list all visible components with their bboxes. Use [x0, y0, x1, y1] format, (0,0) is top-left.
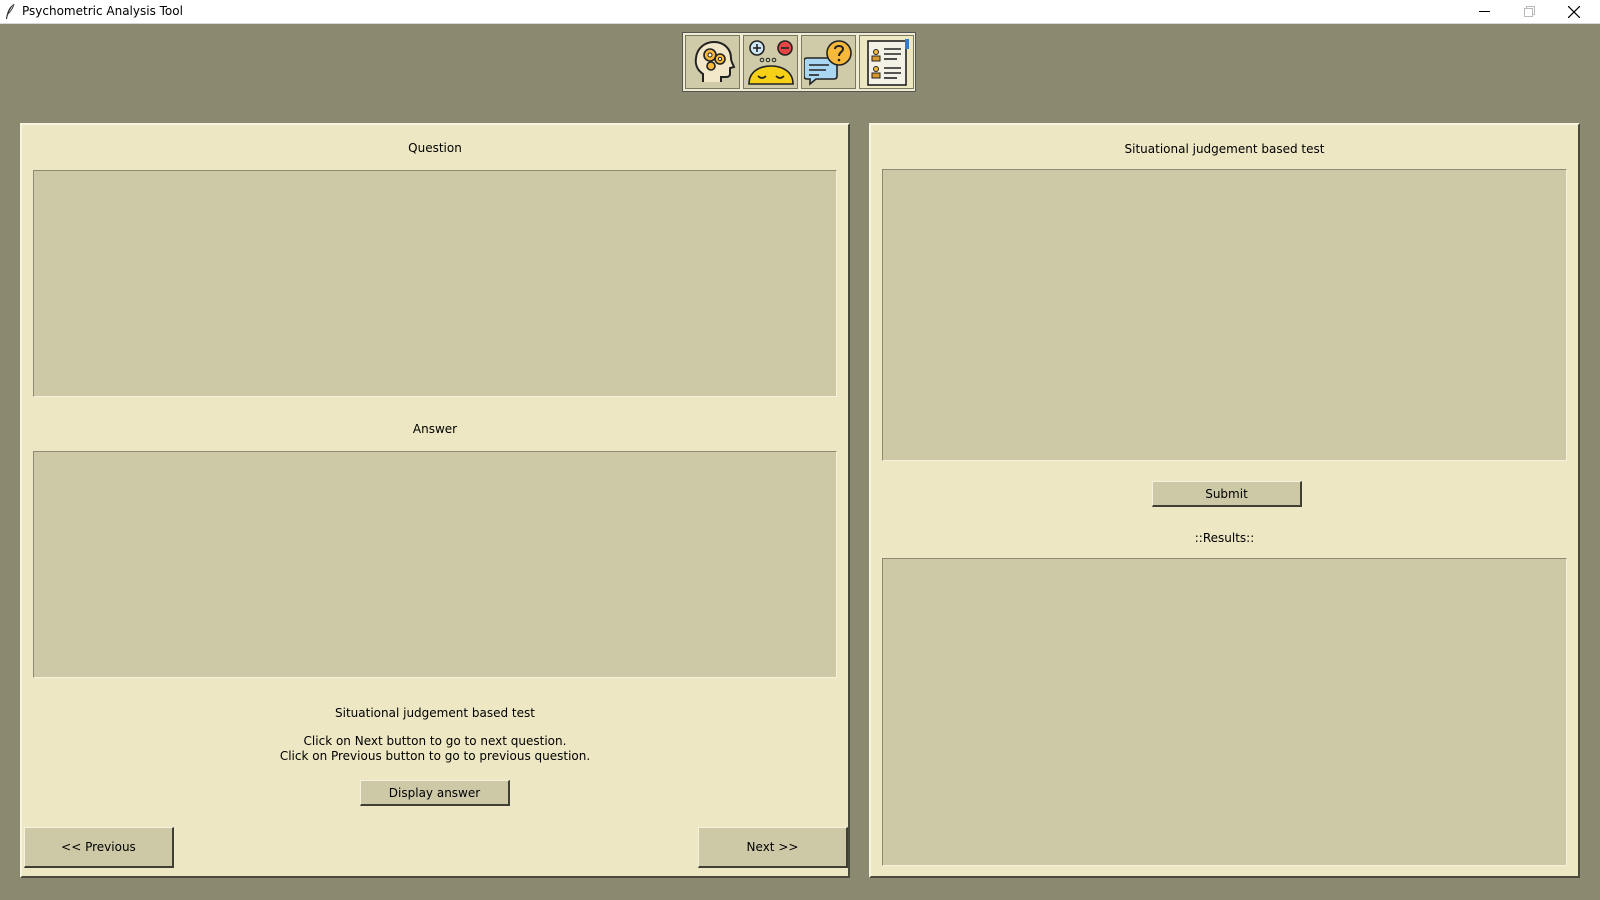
icon-toolbar — [682, 32, 916, 92]
window-title: Psychometric Analysis Tool — [22, 4, 183, 18]
toolbar-profile-button[interactable] — [859, 35, 914, 89]
hint-previous: Click on Previous button to go to previo… — [279, 749, 591, 763]
response-textbox[interactable] — [882, 169, 1567, 461]
close-icon — [1568, 5, 1580, 18]
response-test-title: Situational judgement based test — [1124, 142, 1325, 156]
toolbar-chat-button[interactable] — [801, 35, 856, 89]
minimize-button[interactable] — [1462, 0, 1506, 23]
answer-textbox[interactable] — [33, 451, 837, 678]
submit-button[interactable]: Submit — [1152, 481, 1302, 507]
minimize-icon — [1478, 11, 1490, 12]
feather-icon — [6, 3, 15, 19]
restore-icon — [1523, 6, 1535, 17]
question-textbox[interactable] — [33, 170, 837, 397]
response-panel: Situational judgement based test Submit … — [869, 123, 1580, 878]
hint-next: Click on Next button to go to next quest… — [303, 734, 567, 748]
close-button[interactable] — [1552, 0, 1596, 23]
maximize-button[interactable] — [1507, 0, 1551, 23]
question-panel: Question Answer Situational judgement ba… — [20, 123, 850, 878]
results-textbox[interactable] — [882, 558, 1567, 866]
display-answer-button[interactable]: Display answer — [360, 780, 510, 806]
brain-gears-icon — [694, 40, 735, 82]
toolbar-brain-button[interactable] — [685, 35, 740, 89]
title-bar: Psychometric Analysis Tool — [0, 0, 1600, 24]
previous-button[interactable]: << Previous — [24, 827, 174, 868]
toolbar-emotion-button[interactable] — [743, 35, 798, 89]
answer-label: Answer — [412, 422, 458, 436]
results-label: ::Results:: — [1194, 531, 1255, 545]
profile-document-icon — [866, 39, 909, 86]
next-button[interactable]: Next >> — [698, 827, 848, 868]
emotion-faces-icon — [747, 40, 794, 85]
question-label: Question — [408, 141, 462, 155]
chat-question-icon — [803, 40, 852, 86]
test-title: Situational judgement based test — [335, 706, 535, 720]
